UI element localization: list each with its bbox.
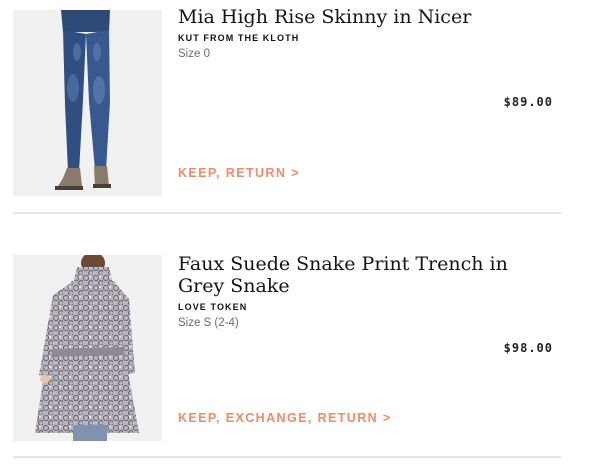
product-price: $89.00 <box>503 95 553 109</box>
product-image-jeans[interactable] <box>13 10 162 196</box>
item-divider <box>13 456 561 458</box>
product-image-trench[interactable] <box>13 255 162 441</box>
item-divider <box>13 212 561 214</box>
brand-name: LOVE TOKEN <box>178 302 248 312</box>
keep-exchange-return-link[interactable]: KEEP, EXCHANGE, RETURN > <box>178 411 392 425</box>
brand-name: KUT FROM THE KLOTH <box>178 33 300 43</box>
product-size: Size 0 <box>178 48 210 60</box>
product-price: $98.00 <box>503 341 553 355</box>
item-details: Mia High Rise Skinny in Nicer KUT FROM T… <box>178 6 558 60</box>
product-title[interactable]: Faux Suede Snake Print Trench in Grey Sn… <box>178 253 518 297</box>
item-details: Faux Suede Snake Print Trench in Grey Sn… <box>178 253 558 329</box>
order-item: Mia High Rise Skinny in Nicer KUT FROM T… <box>0 0 593 215</box>
product-size: Size S (2-4) <box>178 317 239 329</box>
order-item: Faux Suede Snake Print Trench in Grey Sn… <box>0 247 593 464</box>
keep-return-link[interactable]: KEEP, RETURN > <box>178 166 300 180</box>
product-title[interactable]: Mia High Rise Skinny in Nicer <box>178 6 518 28</box>
